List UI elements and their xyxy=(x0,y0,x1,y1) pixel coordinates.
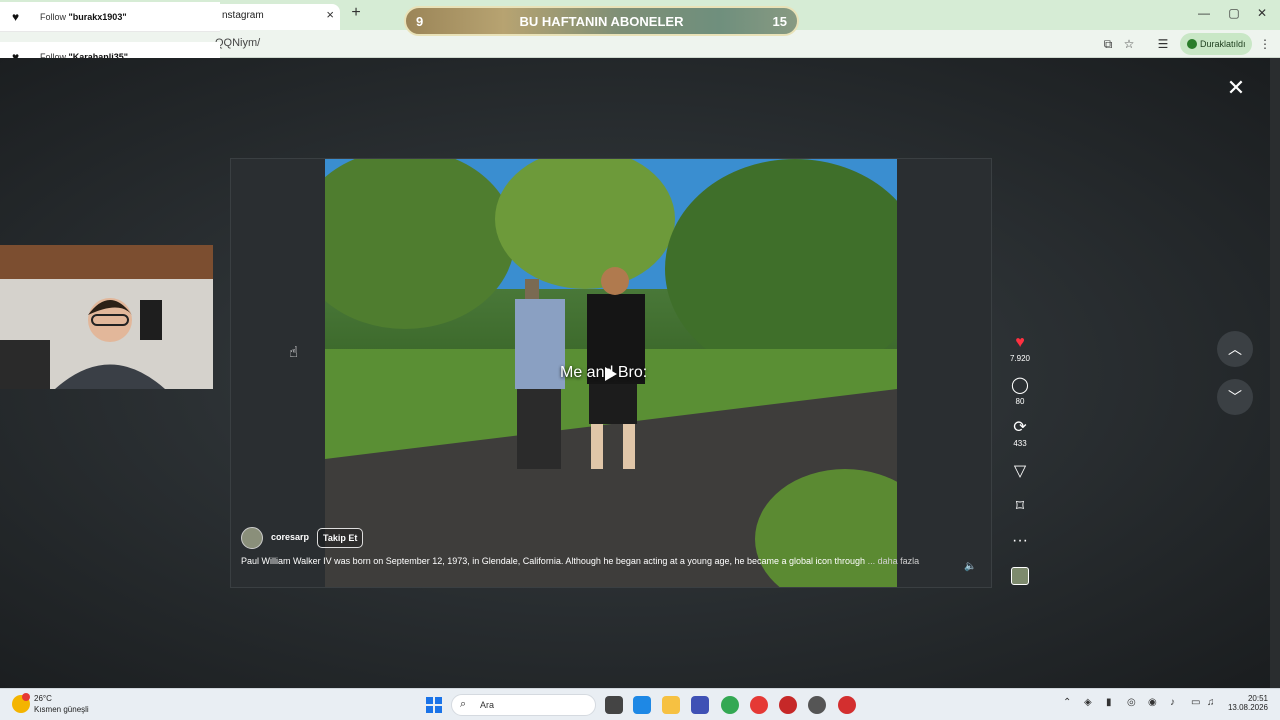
author-username[interactable]: coresarp xyxy=(271,532,309,542)
tray-app-icon[interactable]: ◉ xyxy=(1148,697,1157,708)
weather-description: Kısmen güneşli xyxy=(34,705,89,714)
tray-app-icon[interactable]: ▮ xyxy=(1106,697,1112,708)
audio-thumbnail[interactable] xyxy=(1011,567,1029,585)
previous-reel-button[interactable]: ︿ xyxy=(1217,331,1253,367)
page-scrollbar[interactable] xyxy=(1270,58,1280,688)
start-tile xyxy=(426,697,433,704)
notification-badge xyxy=(22,693,30,701)
save-action[interactable]: ⌑ xyxy=(1005,498,1035,516)
heart-icon: ♥ xyxy=(12,10,20,24)
like-action[interactable]: ♥ 7.920 xyxy=(1005,334,1035,363)
tab-instagram[interactable]: nstagram × xyxy=(212,4,340,30)
network-icon[interactable]: ▭ xyxy=(1191,697,1200,708)
share-icon[interactable]: ▽ xyxy=(1005,463,1035,481)
tray-app-icon[interactable]: ◈ xyxy=(1084,697,1092,708)
repost-action[interactable]: ⟳ 433 xyxy=(1005,419,1035,448)
chevron-up-icon[interactable]: ⌃ xyxy=(1063,697,1071,708)
follow-notification: ♥ Follow "burakx1903" xyxy=(0,2,220,32)
start-button[interactable] xyxy=(426,697,442,713)
store-icon[interactable] xyxy=(691,696,709,714)
maximize-button[interactable]: ▢ xyxy=(1224,6,1244,20)
video-overlay-text: Me and Bro: xyxy=(560,364,648,381)
webcam-feed xyxy=(0,245,213,389)
next-reel-button[interactable]: ﹀ xyxy=(1217,379,1253,415)
volume-icon[interactable]: ♫ xyxy=(1207,697,1215,708)
comments-count: 80 xyxy=(1015,397,1025,406)
microphone-icon[interactable]: ♪ xyxy=(1170,697,1175,708)
comment-icon[interactable]: ◯ xyxy=(1005,377,1035,395)
bookmark-icon[interactable]: ⌑ xyxy=(1005,498,1035,516)
system-clock[interactable]: 20:51 13.08.2026 xyxy=(1222,694,1268,712)
banner-title: BU HAFTANIN ABONELER xyxy=(519,14,684,29)
start-tile xyxy=(426,706,433,713)
more-icon[interactable]: ··· xyxy=(1005,532,1035,550)
share-action[interactable]: ▽ xyxy=(1005,463,1035,481)
profile-paused-button[interactable]: Duraklatıldı xyxy=(1180,33,1252,55)
chrome-icon[interactable] xyxy=(721,696,739,714)
install-app-icon[interactable]: ⧉ xyxy=(1099,35,1117,53)
start-tile xyxy=(435,706,442,713)
play-icon[interactable] xyxy=(605,367,617,381)
volume-icon[interactable]: 🔈 xyxy=(964,561,976,572)
repost-icon[interactable]: ⟳ xyxy=(1005,419,1035,437)
follow-button[interactable]: Takip Et xyxy=(317,528,364,548)
profile-avatar-icon xyxy=(1187,39,1197,49)
new-tab-button[interactable]: + xyxy=(346,4,366,24)
bookmark-star-icon[interactable]: ☆ xyxy=(1120,35,1138,53)
tab-title: nstagram xyxy=(222,10,264,21)
tray-app-icon[interactable]: ◎ xyxy=(1127,697,1136,708)
reading-list-icon[interactable]: ☰ xyxy=(1154,35,1172,53)
clock-time: 20:51 xyxy=(1247,694,1268,703)
webcam-scene xyxy=(0,245,213,389)
yandex-icon[interactable] xyxy=(838,696,856,714)
read-more-link[interactable]: ... daha fazla xyxy=(868,556,920,566)
tab-close-icon[interactable]: × xyxy=(326,7,334,22)
hand-cursor-icon: ☝ xyxy=(289,344,299,361)
banner-right-value: 15 xyxy=(772,14,787,29)
notification-user: "burakx1903" xyxy=(68,12,127,22)
app-icon[interactable] xyxy=(808,696,826,714)
opera-gx-icon[interactable] xyxy=(779,696,797,714)
edge-icon[interactable] xyxy=(633,696,651,714)
weather-widget[interactable]: 26°C Kısmen güneşli xyxy=(12,693,122,719)
opera-icon[interactable] xyxy=(750,696,768,714)
search-icon: ⌕ xyxy=(460,698,467,710)
windows-taskbar: 26°C Kısmen güneşli ⌕ Ara ⌃ ◈ ▮ ◎ ◉ ♪ ▭ … xyxy=(0,688,1280,720)
clock-date: 13.08.2026 xyxy=(1227,703,1268,712)
browser-menu-icon[interactable]: ⋮ xyxy=(1256,35,1274,53)
window-close-button[interactable]: ✕ xyxy=(1252,6,1272,20)
heart-icon[interactable]: ♥ xyxy=(1005,334,1035,352)
notification-prefix: Follow xyxy=(40,12,69,22)
reposts-count: 433 xyxy=(1013,439,1027,448)
url-input[interactable]: QQNiym/ xyxy=(215,35,1085,53)
minimize-button[interactable]: — xyxy=(1194,6,1214,20)
task-view-icon[interactable] xyxy=(605,696,623,714)
avatar[interactable] xyxy=(241,527,263,549)
search-placeholder: Ara xyxy=(480,700,495,710)
close-icon[interactable]: ✕ xyxy=(1224,76,1248,100)
file-explorer-icon[interactable] xyxy=(662,696,680,714)
comment-action[interactable]: ◯ 80 xyxy=(1005,377,1035,406)
weather-temperature: 26°C xyxy=(34,694,52,703)
weekly-subscribers-banner: 9 BU HAFTANIN ABONELER 15 xyxy=(404,6,799,36)
more-options[interactable]: ··· xyxy=(1005,532,1035,550)
description-text: Paul William Walker IV was born on Septe… xyxy=(241,556,866,566)
start-tile xyxy=(435,697,442,704)
post-description: Paul William Walker IV was born on Septe… xyxy=(241,556,919,566)
likes-count: 7.920 xyxy=(1009,354,1031,363)
paused-label: Duraklatıldı xyxy=(1200,39,1246,49)
taskbar-search[interactable]: ⌕ Ara xyxy=(451,694,596,716)
